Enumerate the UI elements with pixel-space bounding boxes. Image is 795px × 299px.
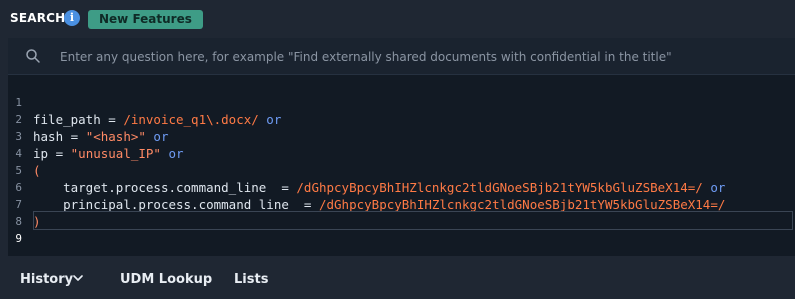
code-line: 4 ( (8, 128, 795, 178)
code-line: 5 target.process.command_line = /dGhpcyB… (8, 145, 795, 195)
info-icon[interactable]: i (64, 10, 80, 26)
search-header: SEARCH i New Features (0, 0, 795, 38)
active-line-highlight[interactable] (33, 211, 793, 230)
search-input[interactable] (58, 44, 782, 70)
code-line: 7 ) (8, 179, 795, 229)
page-title: SEARCH (10, 11, 66, 25)
tab-history[interactable]: History (20, 272, 73, 287)
code-line: 6 principal.process.command_line = /dGhp… (8, 162, 795, 212)
code-line: 1 file_path = /invoice_q1\.docx/ or (8, 77, 795, 127)
chevron-down-icon[interactable] (73, 274, 83, 282)
line-number: 9 (15, 232, 22, 245)
code-line: 2 hash = "<hash>" or (8, 94, 795, 144)
search-panel: 1 file_path = /invoice_q1\.docx/ or 2 ha… (8, 38, 795, 256)
search-icon (26, 49, 40, 63)
tab-lists[interactable]: Lists (234, 272, 268, 287)
new-features-badge[interactable]: New Features (88, 10, 203, 29)
tab-udm-lookup[interactable]: UDM Lookup (120, 272, 212, 287)
code-line: 3 ip = "unusual_IP" or (8, 111, 795, 161)
query-editor[interactable]: 1 file_path = /invoice_q1\.docx/ or 2 ha… (8, 77, 795, 253)
search-bar (8, 38, 795, 75)
bottom-tabs: History UDM Lookup Lists (0, 256, 795, 299)
